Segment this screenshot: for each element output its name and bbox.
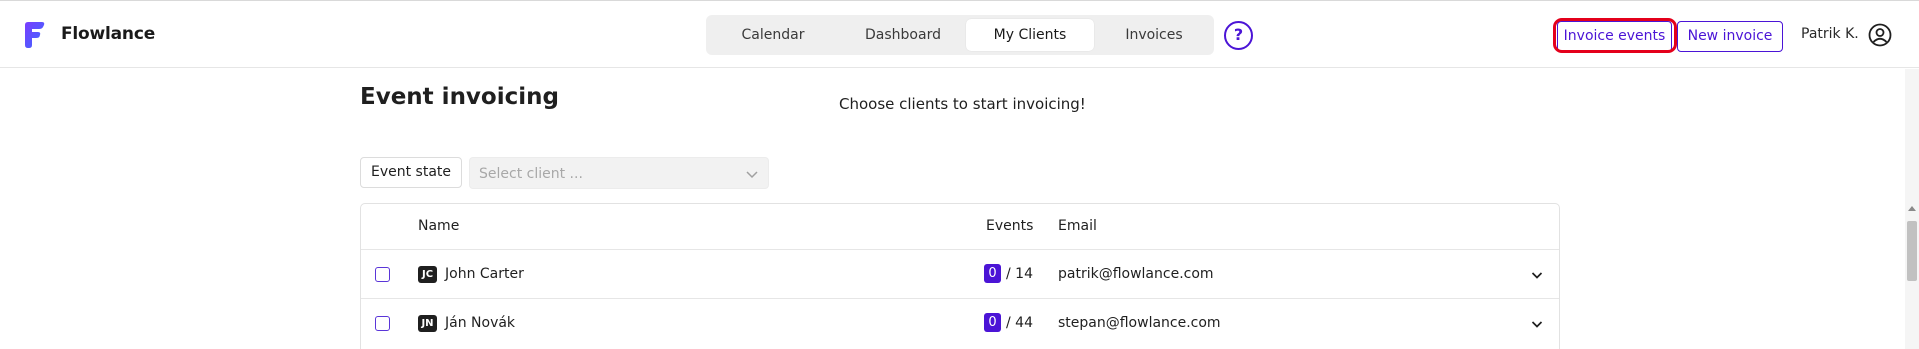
column-header-email: Email (1058, 218, 1097, 234)
table-row[interactable]: JC John Carter 0 / 14 patrik@flowlance.c… (361, 249, 1559, 298)
client-email: stepan@flowlance.com (1058, 315, 1221, 331)
main-nav: Calendar Dashboard My Clients Invoices (706, 15, 1214, 55)
total-events: / 44 (1006, 315, 1033, 331)
client-select[interactable]: Select client ... (469, 157, 769, 189)
chevron-down-icon (746, 171, 758, 179)
client-name: Ján Novák (445, 315, 516, 331)
selected-events-badge: 0 (984, 264, 1001, 283)
client-email: patrik@flowlance.com (1058, 266, 1214, 282)
client-select-placeholder: Select client ... (479, 166, 583, 182)
column-header-name: Name (418, 218, 460, 234)
avatar: JN (418, 315, 437, 332)
highlight-annotation (1553, 18, 1677, 53)
page-scrollbar[interactable] (1905, 69, 1919, 349)
client-name: John Carter (445, 266, 524, 282)
help-icon[interactable]: ? (1224, 21, 1253, 50)
clients-table: Name Events Email JC John Carter 0 / 14 … (360, 203, 1560, 349)
avatar: JC (418, 266, 437, 283)
chevron-down-icon[interactable] (1529, 267, 1545, 283)
scroll-thumb[interactable] (1907, 221, 1917, 281)
tab-calendar[interactable]: Calendar (718, 19, 828, 51)
user-circle-icon[interactable] (1868, 23, 1892, 47)
selected-events-badge: 0 (984, 313, 1001, 332)
tab-my-clients[interactable]: My Clients (966, 19, 1094, 51)
table-row[interactable]: JN Ján Novák 0 / 44 stepan@flowlance.com (361, 298, 1559, 347)
app-header: Flowlance Calendar Dashboard My Clients … (0, 1, 1919, 68)
chevron-down-icon[interactable] (1529, 316, 1545, 332)
page-subtitle: Choose clients to start invoicing! (839, 95, 1086, 113)
user-name[interactable]: Patrik K. (1801, 26, 1859, 42)
scroll-up-arrow-icon[interactable] (1908, 206, 1916, 211)
page-title: Event invoicing (360, 84, 559, 110)
tab-invoices[interactable]: Invoices (1100, 19, 1208, 51)
row-checkbox[interactable] (375, 267, 390, 282)
tab-dashboard[interactable]: Dashboard (838, 19, 968, 51)
row-checkbox[interactable] (375, 316, 390, 331)
brand-name: Flowlance (61, 24, 156, 44)
event-state-button[interactable]: Event state (360, 157, 462, 188)
column-header-events: Events (986, 218, 1034, 234)
new-invoice-button[interactable]: New invoice (1677, 21, 1783, 52)
flowlance-logo-icon[interactable] (22, 21, 46, 49)
total-events: / 14 (1006, 266, 1033, 282)
